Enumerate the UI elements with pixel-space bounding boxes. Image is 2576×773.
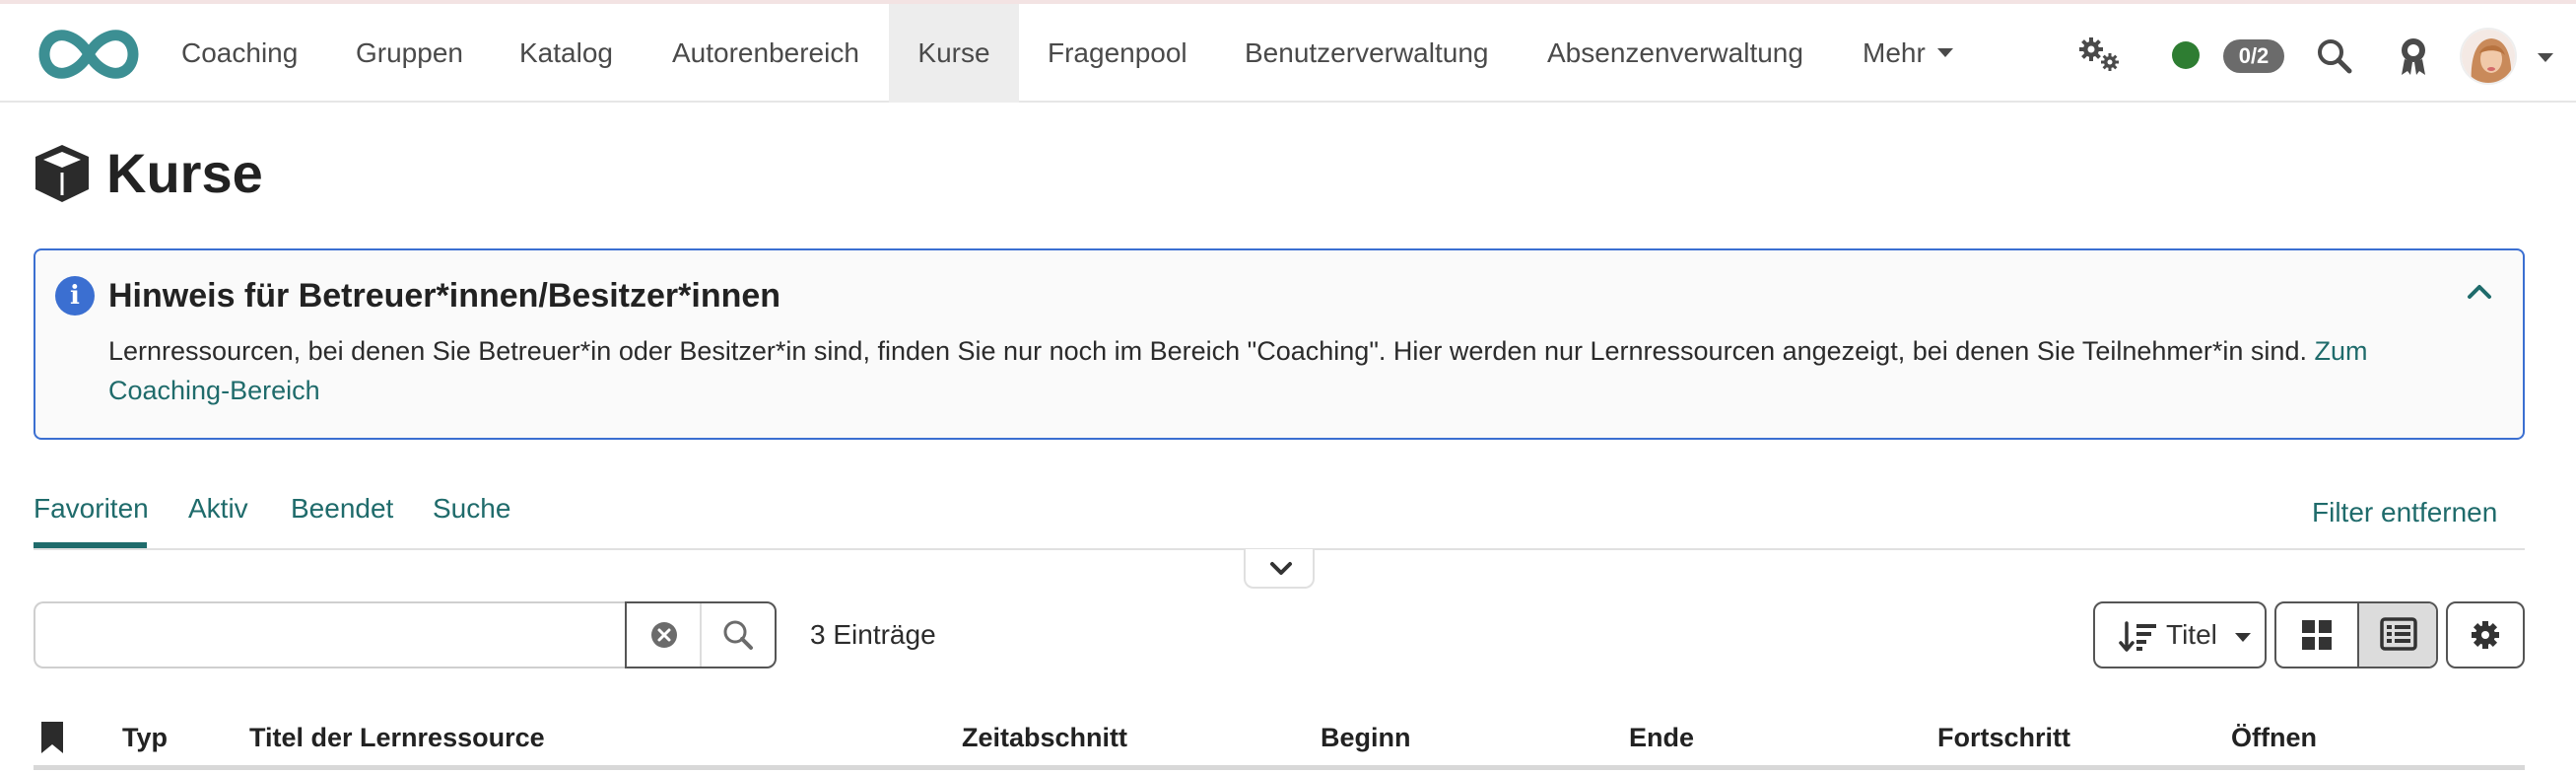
chevron-down-icon[interactable]	[2538, 53, 2553, 63]
tab-aktiv[interactable]: Aktiv	[188, 483, 248, 534]
page-title: Kurse	[106, 142, 263, 204]
caret-down-icon	[1936, 48, 1953, 58]
status-badge[interactable]: 0/2	[2223, 39, 2284, 73]
column-header-typ[interactable]: Typ	[122, 718, 168, 757]
nav-item-katalog[interactable]: Katalog	[502, 4, 631, 103]
award-icon[interactable]	[2397, 35, 2430, 77]
sort-icon	[2119, 621, 2156, 652]
caret-down-icon	[2235, 633, 2251, 642]
avatar[interactable]	[2460, 28, 2517, 85]
notice-title: Hinweis für Betreuer*innen/Besitzer*inne…	[108, 277, 781, 315]
navbar: Coaching Gruppen Katalog Autorenbereich …	[0, 4, 2576, 103]
nav-item-benutzerverwaltung[interactable]: Benutzerverwaltung	[1227, 4, 1506, 103]
grid-view-icon	[2302, 620, 2332, 650]
chevron-down-icon	[1270, 562, 1292, 575]
expand-filters-button[interactable]	[1244, 549, 1315, 589]
nav-item-autorenbereich[interactable]: Autorenbereich	[654, 4, 877, 103]
nav-item-kurse[interactable]: Kurse	[889, 4, 1019, 103]
gear-icon	[2472, 621, 2499, 649]
table-settings-button[interactable]	[2446, 601, 2525, 668]
nav-item-fragenpool[interactable]: Fragenpool	[1030, 4, 1205, 103]
list-view-button[interactable]	[2357, 603, 2436, 667]
nav-item-coaching[interactable]: Coaching	[164, 4, 315, 103]
search-button-group	[625, 601, 777, 668]
grid-view-button[interactable]	[2276, 603, 2357, 667]
tab-suche[interactable]: Suche	[433, 483, 510, 534]
sort-label: Titel	[2166, 619, 2217, 650]
column-header-fortschritt[interactable]: Fortschritt	[1937, 718, 2070, 757]
column-header-beginn[interactable]: Beginn	[1321, 718, 1411, 757]
gears-icon[interactable]	[2077, 35, 2123, 75]
notice-box: i Hinweis für Betreuer*innen/Besitzer*in…	[34, 248, 2525, 440]
avatar-image-icon	[2462, 30, 2515, 83]
search-button[interactable]	[702, 603, 775, 667]
nav-item-mehr[interactable]: Mehr	[1845, 4, 1971, 103]
search-icon	[723, 620, 753, 650]
tab-beendet[interactable]: Beendet	[291, 483, 393, 534]
bookmark-icon[interactable]	[39, 720, 65, 755]
remove-filter-link[interactable]: Filter entfernen	[2312, 489, 2497, 536]
infinity-logo-icon[interactable]	[35, 26, 142, 83]
clear-icon	[651, 622, 677, 648]
status-indicator[interactable]	[2172, 41, 2200, 69]
table-header-divider	[34, 765, 2525, 770]
search-input[interactable]	[34, 601, 627, 668]
view-toggle-group	[2274, 601, 2438, 668]
tab-favoriten[interactable]: Favoriten	[34, 483, 149, 534]
notice-text: Lernressourcen, bei denen Sie Betreuer*i…	[108, 336, 2368, 405]
cube-icon	[35, 145, 89, 202]
info-icon: i	[55, 276, 95, 316]
clear-search-button[interactable]	[627, 603, 702, 667]
chevron-up-icon[interactable]	[2462, 274, 2497, 310]
search-icon[interactable]	[2316, 37, 2353, 75]
column-header-titel[interactable]: Titel der Lernressource	[249, 718, 545, 757]
sort-button[interactable]: Titel	[2093, 601, 2267, 668]
nav-item-gruppen[interactable]: Gruppen	[338, 4, 481, 103]
entries-count: 3 Einträge	[810, 619, 936, 650]
column-header-zeitabschnitt[interactable]: Zeitabschnitt	[962, 718, 1127, 757]
column-header-ende[interactable]: Ende	[1629, 718, 1694, 757]
active-tab-indicator	[34, 542, 147, 548]
nav-item-absenzenverwaltung[interactable]: Absenzenverwaltung	[1529, 4, 1821, 103]
column-header-oeffnen[interactable]: Öffnen	[2231, 718, 2317, 757]
list-view-icon	[2380, 617, 2417, 651]
